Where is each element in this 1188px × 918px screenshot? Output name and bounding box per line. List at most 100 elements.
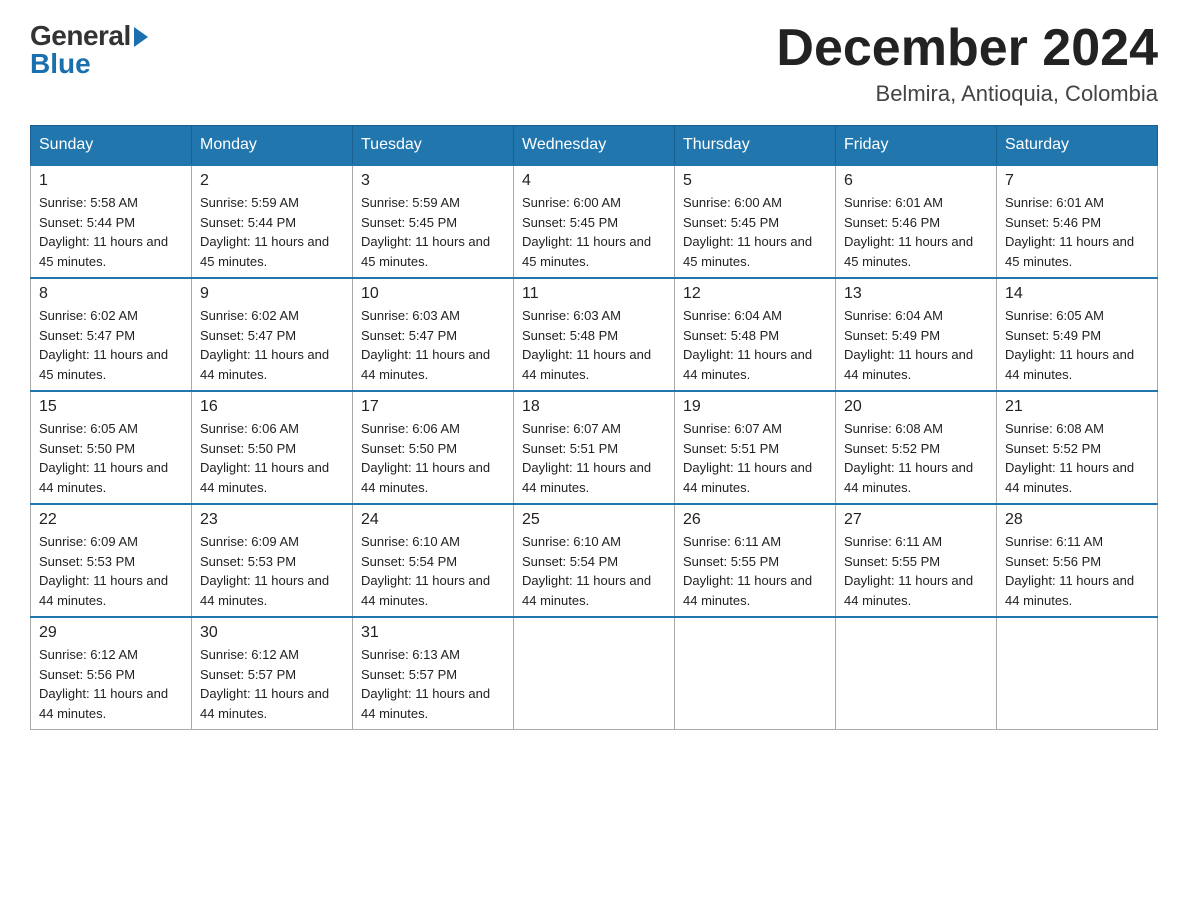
- day-info: Sunrise: 6:11 AMSunset: 5:55 PMDaylight:…: [683, 534, 812, 608]
- logo-arrow-icon: [134, 27, 148, 47]
- calendar-cell: 18 Sunrise: 6:07 AMSunset: 5:51 PMDaylig…: [514, 391, 675, 504]
- day-info: Sunrise: 6:07 AMSunset: 5:51 PMDaylight:…: [522, 421, 651, 495]
- calendar-table: SundayMondayTuesdayWednesdayThursdayFrid…: [30, 125, 1158, 730]
- calendar-cell: 29 Sunrise: 6:12 AMSunset: 5:56 PMDaylig…: [31, 617, 192, 730]
- day-info: Sunrise: 6:04 AMSunset: 5:49 PMDaylight:…: [844, 308, 973, 382]
- calendar-cell: 4 Sunrise: 6:00 AMSunset: 5:45 PMDayligh…: [514, 165, 675, 278]
- calendar-week-row-5: 29 Sunrise: 6:12 AMSunset: 5:56 PMDaylig…: [31, 617, 1158, 730]
- calendar-cell: 11 Sunrise: 6:03 AMSunset: 5:48 PMDaylig…: [514, 278, 675, 391]
- day-info: Sunrise: 5:59 AMSunset: 5:44 PMDaylight:…: [200, 195, 329, 269]
- weekday-header-sunday: Sunday: [31, 126, 192, 166]
- calendar-week-row-2: 8 Sunrise: 6:02 AMSunset: 5:47 PMDayligh…: [31, 278, 1158, 391]
- day-number: 1: [39, 172, 183, 190]
- calendar-cell: [514, 617, 675, 730]
- day-number: 28: [1005, 511, 1149, 529]
- calendar-cell: 12 Sunrise: 6:04 AMSunset: 5:48 PMDaylig…: [675, 278, 836, 391]
- calendar-cell: 10 Sunrise: 6:03 AMSunset: 5:47 PMDaylig…: [353, 278, 514, 391]
- calendar-cell: 8 Sunrise: 6:02 AMSunset: 5:47 PMDayligh…: [31, 278, 192, 391]
- day-number: 5: [683, 172, 827, 190]
- calendar-cell: 2 Sunrise: 5:59 AMSunset: 5:44 PMDayligh…: [192, 165, 353, 278]
- calendar-cell: 25 Sunrise: 6:10 AMSunset: 5:54 PMDaylig…: [514, 504, 675, 617]
- day-info: Sunrise: 6:12 AMSunset: 5:56 PMDaylight:…: [39, 647, 168, 721]
- calendar-cell: 6 Sunrise: 6:01 AMSunset: 5:46 PMDayligh…: [836, 165, 997, 278]
- calendar-cell: 13 Sunrise: 6:04 AMSunset: 5:49 PMDaylig…: [836, 278, 997, 391]
- day-info: Sunrise: 6:11 AMSunset: 5:56 PMDaylight:…: [1005, 534, 1134, 608]
- calendar-cell: 31 Sunrise: 6:13 AMSunset: 5:57 PMDaylig…: [353, 617, 514, 730]
- weekday-header-tuesday: Tuesday: [353, 126, 514, 166]
- calendar-cell: 3 Sunrise: 5:59 AMSunset: 5:45 PMDayligh…: [353, 165, 514, 278]
- calendar-cell: 7 Sunrise: 6:01 AMSunset: 5:46 PMDayligh…: [997, 165, 1158, 278]
- calendar-cell: 24 Sunrise: 6:10 AMSunset: 5:54 PMDaylig…: [353, 504, 514, 617]
- day-info: Sunrise: 6:08 AMSunset: 5:52 PMDaylight:…: [1005, 421, 1134, 495]
- day-number: 30: [200, 624, 344, 642]
- calendar-week-row-4: 22 Sunrise: 6:09 AMSunset: 5:53 PMDaylig…: [31, 504, 1158, 617]
- day-info: Sunrise: 6:04 AMSunset: 5:48 PMDaylight:…: [683, 308, 812, 382]
- day-number: 27: [844, 511, 988, 529]
- page-header: General Blue December 2024 Belmira, Anti…: [30, 20, 1158, 107]
- weekday-header-wednesday: Wednesday: [514, 126, 675, 166]
- weekday-header-friday: Friday: [836, 126, 997, 166]
- day-info: Sunrise: 6:12 AMSunset: 5:57 PMDaylight:…: [200, 647, 329, 721]
- day-number: 3: [361, 172, 505, 190]
- day-number: 18: [522, 398, 666, 416]
- day-info: Sunrise: 6:10 AMSunset: 5:54 PMDaylight:…: [361, 534, 490, 608]
- calendar-cell: 27 Sunrise: 6:11 AMSunset: 5:55 PMDaylig…: [836, 504, 997, 617]
- day-number: 15: [39, 398, 183, 416]
- day-info: Sunrise: 6:08 AMSunset: 5:52 PMDaylight:…: [844, 421, 973, 495]
- day-info: Sunrise: 5:59 AMSunset: 5:45 PMDaylight:…: [361, 195, 490, 269]
- logo: General Blue: [30, 20, 148, 80]
- day-info: Sunrise: 6:03 AMSunset: 5:47 PMDaylight:…: [361, 308, 490, 382]
- day-info: Sunrise: 6:07 AMSunset: 5:51 PMDaylight:…: [683, 421, 812, 495]
- calendar-cell: 14 Sunrise: 6:05 AMSunset: 5:49 PMDaylig…: [997, 278, 1158, 391]
- calendar-cell: [997, 617, 1158, 730]
- day-number: 2: [200, 172, 344, 190]
- weekday-header-row: SundayMondayTuesdayWednesdayThursdayFrid…: [31, 126, 1158, 166]
- calendar-cell: 17 Sunrise: 6:06 AMSunset: 5:50 PMDaylig…: [353, 391, 514, 504]
- day-number: 19: [683, 398, 827, 416]
- day-number: 10: [361, 285, 505, 303]
- title-area: December 2024 Belmira, Antioquia, Colomb…: [776, 20, 1158, 107]
- day-number: 8: [39, 285, 183, 303]
- day-info: Sunrise: 6:09 AMSunset: 5:53 PMDaylight:…: [39, 534, 168, 608]
- day-number: 9: [200, 285, 344, 303]
- calendar-cell: 5 Sunrise: 6:00 AMSunset: 5:45 PMDayligh…: [675, 165, 836, 278]
- day-number: 11: [522, 285, 666, 303]
- day-number: 22: [39, 511, 183, 529]
- logo-blue-text: Blue: [30, 48, 91, 80]
- month-year-title: December 2024: [776, 20, 1158, 77]
- calendar-cell: 15 Sunrise: 6:05 AMSunset: 5:50 PMDaylig…: [31, 391, 192, 504]
- day-number: 23: [200, 511, 344, 529]
- day-info: Sunrise: 6:01 AMSunset: 5:46 PMDaylight:…: [1005, 195, 1134, 269]
- calendar-week-row-3: 15 Sunrise: 6:05 AMSunset: 5:50 PMDaylig…: [31, 391, 1158, 504]
- day-info: Sunrise: 6:02 AMSunset: 5:47 PMDaylight:…: [200, 308, 329, 382]
- day-number: 31: [361, 624, 505, 642]
- day-number: 16: [200, 398, 344, 416]
- day-info: Sunrise: 6:10 AMSunset: 5:54 PMDaylight:…: [522, 534, 651, 608]
- calendar-week-row-1: 1 Sunrise: 5:58 AMSunset: 5:44 PMDayligh…: [31, 165, 1158, 278]
- calendar-cell: 22 Sunrise: 6:09 AMSunset: 5:53 PMDaylig…: [31, 504, 192, 617]
- calendar-cell: 20 Sunrise: 6:08 AMSunset: 5:52 PMDaylig…: [836, 391, 997, 504]
- day-info: Sunrise: 6:03 AMSunset: 5:48 PMDaylight:…: [522, 308, 651, 382]
- calendar-cell: [675, 617, 836, 730]
- day-info: Sunrise: 6:05 AMSunset: 5:50 PMDaylight:…: [39, 421, 168, 495]
- calendar-cell: 1 Sunrise: 5:58 AMSunset: 5:44 PMDayligh…: [31, 165, 192, 278]
- weekday-header-monday: Monday: [192, 126, 353, 166]
- day-number: 29: [39, 624, 183, 642]
- calendar-cell: 19 Sunrise: 6:07 AMSunset: 5:51 PMDaylig…: [675, 391, 836, 504]
- location-subtitle: Belmira, Antioquia, Colombia: [776, 81, 1158, 107]
- day-info: Sunrise: 6:00 AMSunset: 5:45 PMDaylight:…: [683, 195, 812, 269]
- day-number: 4: [522, 172, 666, 190]
- day-info: Sunrise: 5:58 AMSunset: 5:44 PMDaylight:…: [39, 195, 168, 269]
- calendar-cell: 28 Sunrise: 6:11 AMSunset: 5:56 PMDaylig…: [997, 504, 1158, 617]
- weekday-header-thursday: Thursday: [675, 126, 836, 166]
- day-number: 17: [361, 398, 505, 416]
- day-number: 7: [1005, 172, 1149, 190]
- day-info: Sunrise: 6:06 AMSunset: 5:50 PMDaylight:…: [200, 421, 329, 495]
- day-info: Sunrise: 6:01 AMSunset: 5:46 PMDaylight:…: [844, 195, 973, 269]
- day-number: 25: [522, 511, 666, 529]
- calendar-cell: 16 Sunrise: 6:06 AMSunset: 5:50 PMDaylig…: [192, 391, 353, 504]
- day-info: Sunrise: 6:02 AMSunset: 5:47 PMDaylight:…: [39, 308, 168, 382]
- day-number: 6: [844, 172, 988, 190]
- weekday-header-saturday: Saturday: [997, 126, 1158, 166]
- day-number: 13: [844, 285, 988, 303]
